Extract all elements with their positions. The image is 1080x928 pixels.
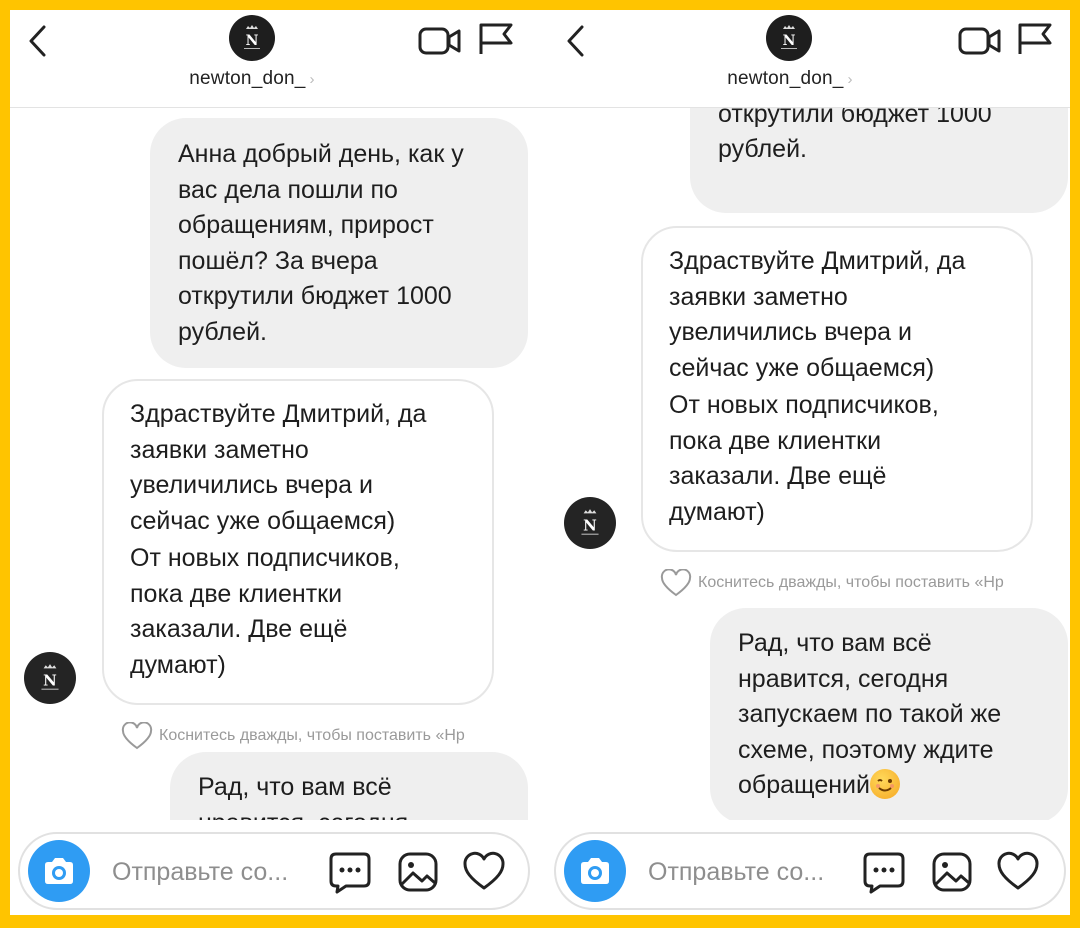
profile-avatar[interactable]: N [766, 15, 812, 61]
flag-icon[interactable] [477, 22, 515, 56]
gallery-icon[interactable] [396, 850, 440, 894]
message-text: пошёл? За вчера открутили бюджет 1000 ру… [718, 108, 992, 163]
message-text: От новых подписчиков, пока две клиентки … [130, 544, 400, 679]
message-thread: пошёл? За вчера открутили бюджет 1000 ру… [540, 108, 1070, 820]
message-composer [18, 832, 530, 910]
newton-logo-icon: N [581, 509, 599, 535]
camera-icon [581, 858, 609, 884]
sticker-chat-icon[interactable] [328, 850, 372, 894]
camera-button[interactable] [28, 840, 90, 902]
avatar-letter: N [43, 671, 57, 689]
message-text: Здраствуйте Дмитрий, да заявки заметно у… [130, 400, 427, 535]
avatar-letter: N [583, 516, 597, 534]
back-chevron-icon[interactable] [26, 24, 50, 58]
message-input[interactable] [648, 858, 848, 887]
message-text: От новых подписчиков, пока две клиентки … [669, 391, 939, 526]
incoming-message[interactable]: Здраствуйте Дмитрий, да заявки заметно у… [641, 226, 1033, 552]
outgoing-message[interactable]: пошёл? За вчера открутили бюджет 1000 ру… [690, 108, 1068, 213]
heart-outline-icon [121, 722, 153, 750]
heart-icon[interactable] [996, 850, 1040, 894]
outgoing-message[interactable]: Рад, что вам всё нравится, сегодня запус… [710, 608, 1068, 820]
newton-logo-icon: N [41, 664, 59, 690]
gallery-icon[interactable] [930, 850, 974, 894]
message-text: Анна добрый день, как у вас дела пошли п… [178, 140, 464, 346]
winking-face-emoji [869, 769, 900, 799]
username-text[interactable]: newton_don_ [189, 68, 305, 89]
like-hint-text: Коснитесь дважды, чтобы поставить «Нр [698, 574, 1004, 591]
camera-button[interactable] [564, 840, 626, 902]
chat-screen-right: пошёл? За вчера открутили бюджет 1000 ру… [540, 10, 1070, 915]
avatar-letter: N [783, 33, 796, 49]
username-text[interactable]: newton_don_ [727, 68, 843, 89]
video-call-icon[interactable] [958, 26, 1002, 56]
incoming-message[interactable]: Здраствуйте Дмитрий, да заявки заметно у… [102, 379, 494, 705]
chat-username[interactable]: newton_don_ › [690, 68, 890, 90]
outgoing-message[interactable]: Рад, что вам всё нравится, сегодня [170, 752, 528, 820]
message-thread: Анна добрый день, как у вас дела пошли п… [10, 108, 540, 820]
flag-icon[interactable] [1016, 22, 1054, 56]
camera-icon [45, 858, 73, 884]
video-call-icon[interactable] [418, 26, 462, 56]
double-tap-like-hint[interactable]: Коснитесь дважды, чтобы поставить «Нр [660, 569, 1004, 597]
avatar-letter: N [246, 33, 259, 49]
profile-avatar[interactable]: N [229, 15, 275, 61]
back-chevron-icon[interactable] [564, 24, 588, 58]
newton-logo-icon: N [244, 25, 260, 49]
like-hint-text: Коснитесь дважды, чтобы поставить «Нр [159, 727, 465, 744]
chat-username[interactable]: newton_don_ › [152, 68, 352, 90]
chat-header: N newton_don_ › [540, 10, 1070, 108]
outgoing-message[interactable]: Анна добрый день, как у вас дела пошли п… [150, 118, 528, 368]
message-text: Здраствуйте Дмитрий, да заявки заметно у… [669, 247, 966, 382]
chat-header: N newton_don_ › [10, 10, 540, 108]
newton-logo-icon: N [781, 25, 797, 49]
chevron-right-icon: › [309, 71, 315, 88]
chevron-right-icon: › [847, 71, 853, 88]
chat-screen-left: N newton_don_ › Анна добрый день, как у в… [10, 10, 540, 915]
heart-icon[interactable] [462, 850, 506, 894]
screenshot-frame: N newton_don_ › Анна добрый день, как у в… [10, 10, 1070, 915]
message-composer [554, 832, 1066, 910]
sender-avatar[interactable]: N [24, 652, 76, 704]
message-text: Рад, что вам всё нравится, сегодня запус… [738, 626, 1040, 804]
message-text: Рад, что вам всё нравится, сегодня [198, 773, 408, 820]
double-tap-like-hint[interactable]: Коснитесь дважды, чтобы поставить «Нр [121, 722, 465, 750]
sticker-chat-icon[interactable] [862, 850, 906, 894]
sender-avatar[interactable]: N [564, 497, 616, 549]
heart-outline-icon [660, 569, 692, 597]
message-input[interactable] [112, 858, 312, 887]
